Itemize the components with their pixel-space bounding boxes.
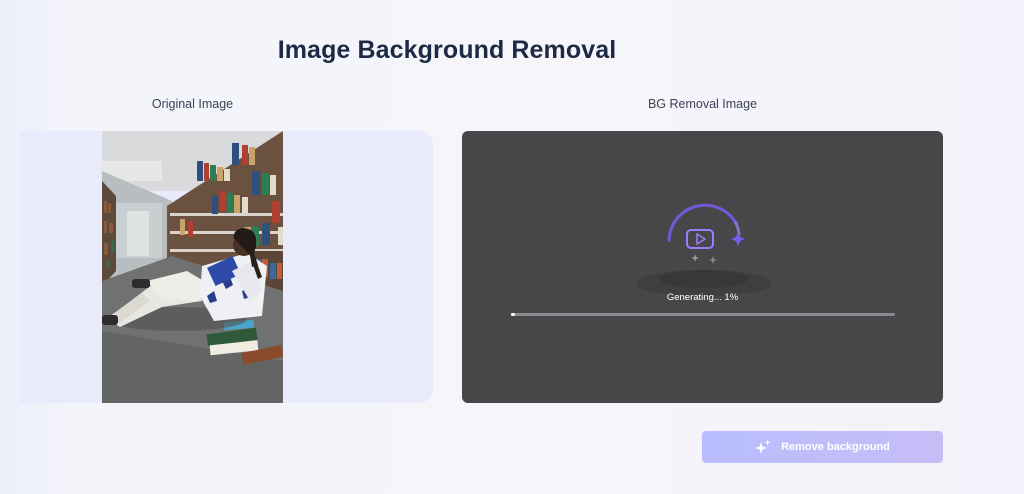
original-image-label: Original Image [151, 97, 234, 111]
remove-background-label: Remove background [781, 441, 890, 453]
bg-removal-image-label: BG Removal Image [647, 97, 758, 111]
original-image-panel [20, 131, 433, 403]
generating-status-text: Generating... 1% [666, 292, 739, 303]
bg-removal-result-panel: Generating... 1% [462, 131, 943, 403]
progress-bar-fill [511, 313, 515, 316]
sparkle-icon [755, 439, 771, 454]
processing-loader-icon [636, 203, 772, 296]
remove-background-button[interactable]: Remove background [702, 431, 943, 463]
progress-bar [511, 313, 895, 316]
page-title: Image Background Removal [277, 36, 617, 64]
original-photo [102, 131, 283, 403]
